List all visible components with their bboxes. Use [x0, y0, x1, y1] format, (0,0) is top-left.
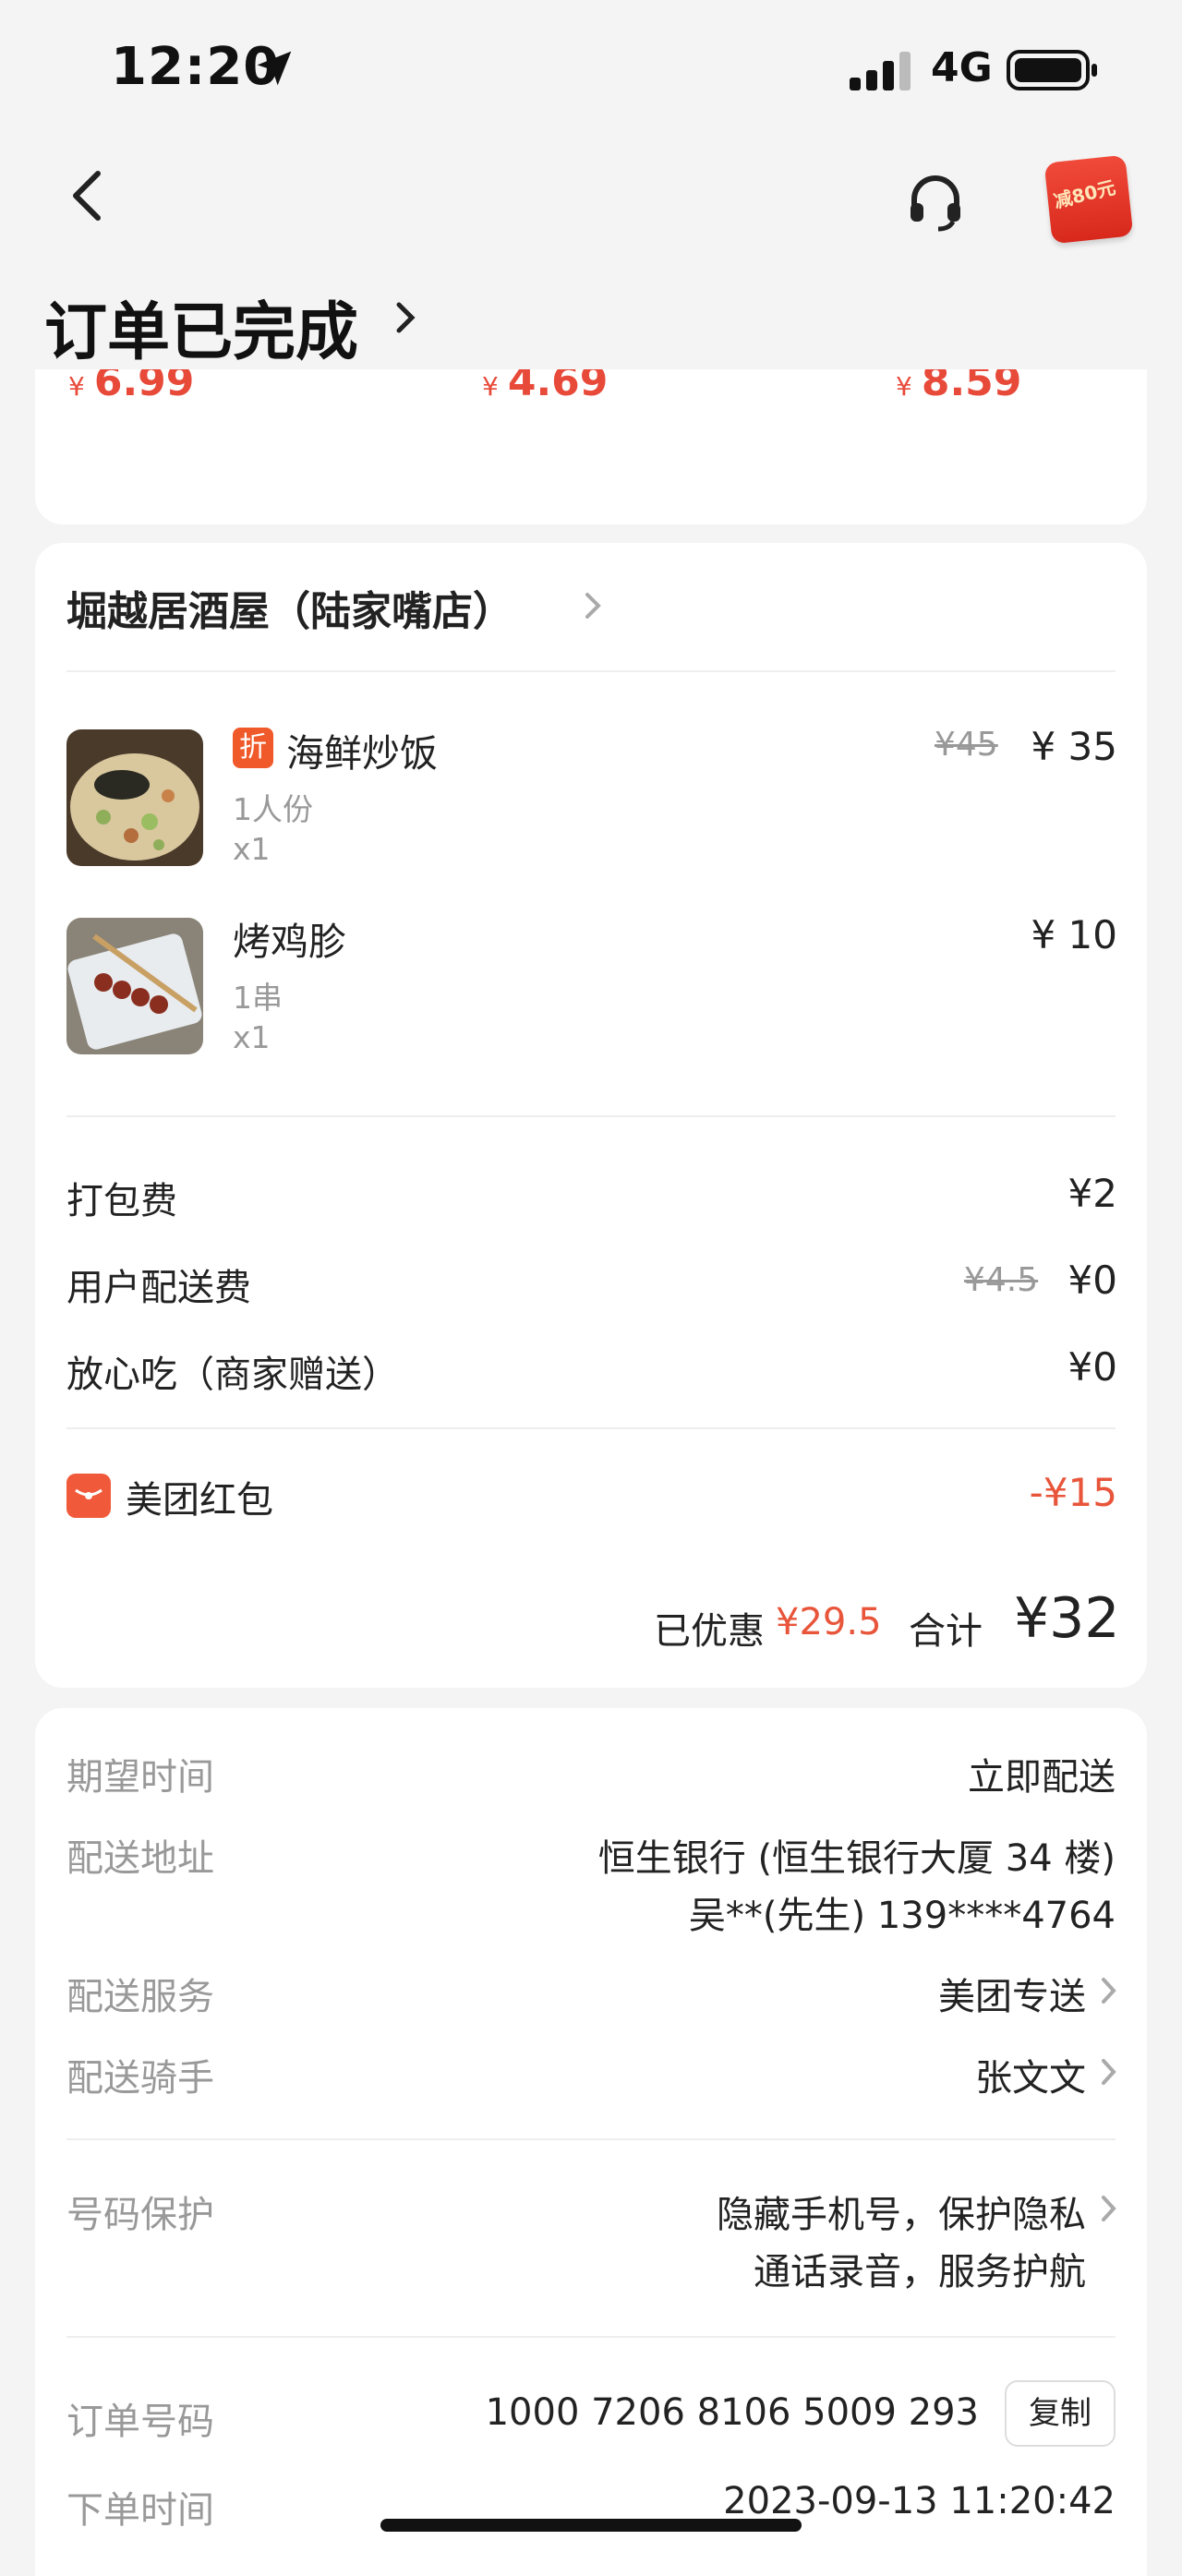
fee-value: ¥0 — [1067, 1344, 1117, 1390]
customer-service-icon[interactable] — [905, 172, 966, 233]
fee-label: 打包费 — [66, 1180, 177, 1222]
order-number-value: 1000 7206 8106 5009 293 — [485, 2391, 979, 2434]
divider — [66, 1427, 1116, 1429]
total-value: ¥32 — [1014, 1586, 1120, 1651]
divider — [66, 2138, 1116, 2140]
item-qty: x1 — [233, 831, 271, 867]
fee-label: 放心吃（商家赠送） — [66, 1354, 399, 1396]
rider-value[interactable]: 张文文 — [975, 2048, 1086, 2101]
order-number-label: 订单号码 — [66, 2401, 214, 2443]
item-image[interactable] — [66, 729, 203, 866]
item-spec: 1人份 — [233, 791, 313, 827]
saved-label: 已优惠 — [654, 1610, 765, 1653]
fee-label: 用户配送费 — [66, 1267, 251, 1309]
service-value[interactable]: 美团专送 — [938, 1967, 1086, 2020]
expected-time-value: 立即配送 — [968, 1756, 1116, 1799]
saved-value: ¥29.5 — [776, 1601, 882, 1643]
privacy-line2: 通话录音，服务护航 — [754, 2251, 1086, 2293]
chevron-right-icon[interactable] — [580, 587, 606, 624]
back-button[interactable] — [63, 166, 115, 225]
address-line1: 恒生银行 (恒生银行大厦 34 楼) — [597, 1837, 1116, 1880]
signal-icon — [850, 52, 911, 90]
divider — [66, 670, 1116, 672]
chevron-right-icon[interactable] — [1099, 2055, 1119, 2088]
coupon-badge-text: 减80元 — [1051, 175, 1118, 213]
address-label: 配送地址 — [66, 1837, 214, 1880]
expected-time-label: 期望时间 — [66, 1756, 214, 1799]
discount-tag: 折 — [233, 728, 273, 768]
total-label: 合计 — [909, 1610, 983, 1653]
recommend-card: ¥6.99 ¥4.69 ¥8.59 — [35, 369, 1147, 524]
red-packet-icon — [66, 1474, 111, 1518]
privacy-label: 号码保护 — [66, 2194, 214, 2236]
coupon-badge[interactable]: 减80元 — [1043, 154, 1134, 245]
delivery-info-card: 期望时间 立即配送 配送地址 恒生银行 (恒生银行大厦 34 楼) 吴**(先生… — [35, 1708, 1147, 2576]
order-time-value: 2023-09-13 11:20:42 — [723, 2480, 1116, 2522]
shop-name[interactable]: 堀越居酒屋（陆家嘴店） — [66, 578, 513, 637]
chevron-right-icon[interactable] — [1099, 1974, 1119, 2007]
order-card: 堀越居酒屋（陆家嘴店） 折 海鲜炒饭 1人份 x1 ¥45 ¥ 35 烤鸡胗 1… — [35, 543, 1147, 1688]
item-price: ¥ 10 — [1031, 912, 1117, 957]
privacy-line1[interactable]: 隐藏手机号，保护隐私 — [717, 2185, 1086, 2238]
chevron-right-icon[interactable] — [392, 295, 421, 340]
recommend-price[interactable]: ¥4.69 — [482, 369, 608, 405]
item-spec: 1串 — [233, 980, 283, 1016]
divider — [66, 2336, 1116, 2338]
home-indicator[interactable] — [380, 2519, 802, 2532]
divider — [66, 1115, 1116, 1117]
fee-value: ¥2 — [1067, 1171, 1117, 1216]
location-arrow-icon — [257, 51, 292, 86]
chevron-right-icon[interactable] — [1099, 2192, 1119, 2225]
copy-button[interactable]: 复制 — [1005, 2380, 1116, 2447]
recommend-price[interactable]: ¥6.99 — [68, 369, 194, 405]
red-packet-value: -¥15 — [1029, 1470, 1117, 1515]
page-title[interactable]: 订单已完成 — [44, 281, 358, 372]
item-image[interactable] — [66, 918, 203, 1054]
fee-value: ¥0 — [1067, 1258, 1117, 1303]
item-qty: x1 — [233, 1019, 271, 1055]
service-label: 配送服务 — [66, 1976, 214, 2018]
fee-original: ¥4.5 — [964, 1261, 1039, 1299]
item-price: ¥ 35 — [1031, 724, 1117, 769]
order-time-label: 下单时间 — [66, 2489, 214, 2532]
item-name: 烤鸡胗 — [233, 920, 346, 964]
address-line2: 吴**(先生) 139****4764 — [688, 1895, 1116, 1937]
network-label: 4G — [931, 44, 993, 91]
recommend-price[interactable]: ¥8.59 — [896, 369, 1021, 405]
battery-icon — [1007, 50, 1097, 90]
rider-label: 配送骑手 — [66, 2057, 214, 2100]
item-original-price: ¥45 — [935, 726, 998, 764]
red-packet-label: 美团红包 — [126, 1479, 273, 1522]
item-name: 海鲜炒饭 — [286, 731, 438, 776]
